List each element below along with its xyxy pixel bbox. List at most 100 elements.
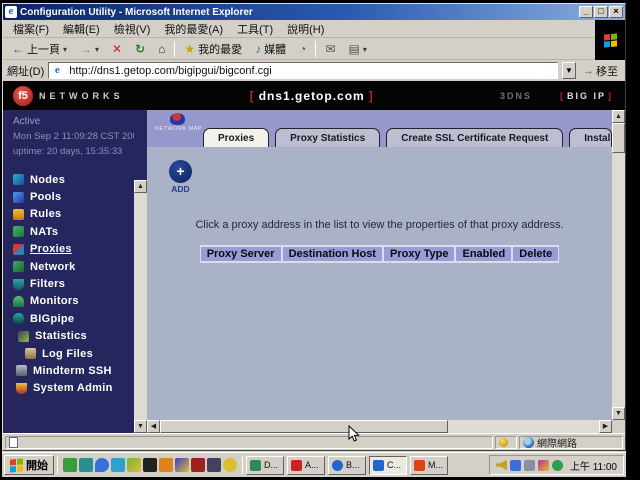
scroll-down-icon[interactable]: ▼ <box>134 420 147 433</box>
horizontal-scrollbar[interactable]: ◀ ▶ <box>147 420 612 433</box>
tray-icon[interactable] <box>510 460 521 471</box>
menu-tools[interactable]: 工具(T) <box>231 19 279 39</box>
volume-icon[interactable] <box>496 460 507 471</box>
quicklaunch-icon[interactable] <box>111 458 125 472</box>
f5-logo-icon: f5 <box>13 86 33 106</box>
history-button[interactable] <box>293 40 312 58</box>
vertical-scroll-thumb[interactable] <box>612 123 625 153</box>
tab-create-ssl-certificate-request[interactable]: Create SSL Certificate Request <box>386 128 563 147</box>
forward-dropdown-icon[interactable] <box>95 42 99 56</box>
scroll-down-icon[interactable]: ▼ <box>612 407 625 420</box>
system-uptime: uptime: 20 days, 15:35:33 <box>13 146 134 157</box>
menu-help[interactable]: 說明(H) <box>281 19 330 39</box>
task-window-button[interactable]: D... <box>246 456 284 475</box>
bigpipe-icon <box>13 313 24 324</box>
home-button[interactable] <box>152 40 171 58</box>
back-dropdown-icon[interactable] <box>63 42 67 56</box>
print-icon <box>348 43 359 55</box>
menu-favorites[interactable]: 我的最愛(A) <box>158 19 229 39</box>
task-window-button[interactable]: M... <box>410 456 448 475</box>
media-icon <box>255 43 261 55</box>
taskbar-clock: 上午 11:00 <box>570 458 617 473</box>
go-button[interactable]: 移至 <box>580 63 621 79</box>
sidebar-scroll-track[interactable] <box>134 180 147 433</box>
sidebar-item-proxies[interactable]: Proxies <box>13 241 134 258</box>
menu-view[interactable]: 檢視(V) <box>108 19 157 39</box>
sidebar-item-bigpipe[interactable]: BIGpipe <box>13 310 134 327</box>
status-bar: 網際網路 <box>3 433 625 450</box>
app-icon <box>250 460 261 471</box>
scrollbar-corner <box>612 420 625 433</box>
address-dropdown-icon[interactable]: ▼ <box>562 62 576 79</box>
quicklaunch-icon[interactable] <box>207 458 221 472</box>
scroll-left-icon[interactable]: ◀ <box>147 420 160 433</box>
sidebar-item-mindterm-ssh[interactable]: Mindterm SSH <box>16 362 134 379</box>
quicklaunch-icon[interactable] <box>127 458 141 472</box>
tray-icon[interactable] <box>538 460 549 471</box>
quicklaunch-icon[interactable] <box>95 458 109 472</box>
sidebar-scrollbar[interactable]: ▲ ▼ <box>134 110 147 433</box>
link-3dns[interactable]: 3DNS <box>500 91 532 101</box>
quicklaunch-icon[interactable] <box>143 458 157 472</box>
address-input[interactable]: http://dns1.getop.com/bigipgui/bigconf.c… <box>48 62 558 79</box>
maximize-button[interactable]: □ <box>594 6 608 18</box>
back-button[interactable]: 上一頁 <box>6 38 73 60</box>
sidebar-item-network[interactable]: Network <box>13 258 134 275</box>
quicklaunch-icon[interactable] <box>63 458 77 472</box>
tab-install-ssl-certificate[interactable]: Install SSL Certif <box>569 128 612 147</box>
scroll-up-icon[interactable]: ▲ <box>134 180 147 193</box>
favorites-button[interactable]: 我的最愛 <box>178 38 248 60</box>
f5-networks-label: NETWORKS <box>39 91 124 101</box>
sidebar-item-nats[interactable]: NATs <box>13 223 134 240</box>
vertical-scrollbar[interactable]: ▲ ▼ <box>612 110 625 433</box>
print-button[interactable] <box>342 39 372 59</box>
tray-icon[interactable] <box>524 460 535 471</box>
close-button[interactable]: × <box>609 6 623 18</box>
tab-proxies[interactable]: Proxies <box>203 128 269 147</box>
print-dropdown-icon[interactable] <box>363 42 367 56</box>
quicklaunch-icon[interactable] <box>79 458 93 472</box>
quicklaunch-icon[interactable] <box>175 458 189 472</box>
log-files-icon <box>25 348 36 359</box>
sidebar-item-rules[interactable]: Rules <box>13 206 134 223</box>
task-window-button-active[interactable]: C... <box>369 456 407 475</box>
app-icon <box>332 460 343 471</box>
menu-edit[interactable]: 編輯(E) <box>57 19 106 39</box>
minimize-button[interactable]: _ <box>579 6 593 18</box>
stop-button[interactable] <box>106 40 128 58</box>
home-icon <box>158 43 165 55</box>
quicklaunch-icon[interactable] <box>191 458 205 472</box>
sidebar-item-system-admin[interactable]: System Admin <box>16 380 134 397</box>
sidebar-item-monitors[interactable]: Monitors <box>13 293 134 310</box>
refresh-button[interactable] <box>129 40 151 58</box>
sidebar-item-pools[interactable]: Pools <box>13 188 134 205</box>
forward-button[interactable] <box>74 39 105 59</box>
scroll-up-icon[interactable]: ▲ <box>612 110 625 123</box>
nodes-icon <box>13 174 24 185</box>
quicklaunch-icon[interactable] <box>159 458 173 472</box>
add-proxy-button[interactable]: ADD <box>169 160 192 194</box>
task-window-button[interactable]: A... <box>287 456 325 475</box>
sidebar-item-log-files[interactable]: Log Files <box>25 345 134 362</box>
sidebar-item-filters[interactable]: Filters <box>13 275 134 292</box>
refresh-icon <box>135 43 145 55</box>
mail-button[interactable] <box>319 40 341 58</box>
tray-icon[interactable] <box>552 460 563 471</box>
sidebar-item-nodes[interactable]: Nodes <box>13 171 134 188</box>
sidebar-item-statistics[interactable]: Statistics <box>18 328 134 345</box>
quicklaunch-icon[interactable] <box>223 458 237 472</box>
horizontal-scroll-thumb[interactable] <box>160 420 448 433</box>
link-bigip[interactable]: [BIG IP] <box>558 91 615 101</box>
network-map-button[interactable]: NETWORK MAP <box>155 113 199 132</box>
window-title: Configuration Utility - Microsoft Intern… <box>20 7 578 18</box>
pools-icon <box>13 192 24 203</box>
start-button[interactable]: 開始 <box>4 455 54 475</box>
windows-flag-icon <box>604 33 617 47</box>
task-buttons: D... A... B... C... M... <box>246 456 448 475</box>
status-message-pane <box>5 436 493 449</box>
scroll-right-icon[interactable]: ▶ <box>599 420 612 433</box>
task-window-button[interactable]: B... <box>328 456 366 475</box>
media-button[interactable]: 媒體 <box>249 38 292 60</box>
tab-proxy-statistics[interactable]: Proxy Statistics <box>275 128 380 147</box>
menu-file[interactable]: 檔案(F) <box>7 19 55 39</box>
